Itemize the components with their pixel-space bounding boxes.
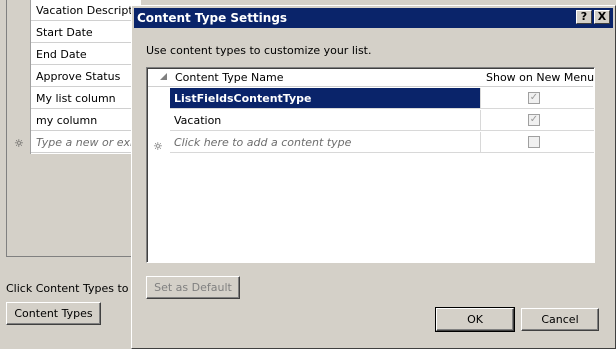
help-button[interactable]: ?	[576, 10, 592, 24]
column-row[interactable]: Vacation Description	[31, 0, 141, 21]
ok-button[interactable]: OK	[435, 307, 515, 332]
dialog-title: Content Type Settings	[137, 11, 288, 25]
new-column-input[interactable]: Type a new or existing column name	[31, 132, 141, 153]
cancel-button[interactable]: Cancel	[521, 308, 599, 331]
new-row-star-icon: ☼	[14, 137, 24, 150]
column-header-name[interactable]: Content Type Name	[175, 71, 283, 84]
show-on-new-menu-cell	[481, 132, 594, 152]
content-type-settings-dialog: Content Type Settings ? X Use content ty…	[131, 5, 616, 349]
show-on-new-menu-checkbox[interactable]: ✓	[528, 114, 540, 126]
show-on-new-menu-checkbox[interactable]	[528, 136, 540, 148]
column-row[interactable]: Start Date	[31, 22, 141, 43]
dialog-titlebar[interactable]: Content Type Settings ? X	[134, 8, 613, 28]
content-type-name[interactable]: ListFieldsContentType	[174, 92, 312, 105]
new-content-type-row[interactable]: Click here to add a content type	[170, 132, 594, 153]
column-row[interactable]: My list column	[31, 88, 141, 109]
column-list: Vacation Description Start Date End Date…	[30, 0, 141, 154]
new-content-type-input[interactable]: Click here to add a content type	[174, 136, 351, 149]
show-on-new-menu-checkbox[interactable]: ✓	[528, 92, 540, 104]
column-row[interactable]: End Date	[31, 44, 141, 65]
set-as-default-button[interactable]: Set as Default	[146, 276, 240, 299]
show-on-new-menu-cell: ✓	[481, 110, 594, 130]
column-header-show-on-new-menu[interactable]: Show on New Menu	[486, 71, 594, 84]
content-type-name[interactable]: Vacation	[174, 114, 221, 127]
content-types-button[interactable]: Content Types	[6, 302, 101, 325]
new-row-star-icon: ☼	[153, 140, 163, 153]
close-button[interactable]: X	[594, 10, 610, 24]
column-row[interactable]: my column	[31, 110, 141, 131]
content-type-row[interactable]: Vacation ✓	[170, 110, 594, 131]
column-row[interactable]: Approve Status	[31, 66, 141, 87]
select-all-corner-icon[interactable]	[160, 73, 167, 80]
content-type-grid: Content Type Name Show on New Menu ListF…	[146, 67, 595, 263]
content-type-row[interactable]: ListFieldsContentType ✓	[170, 88, 594, 109]
instruction-text: Use content types to customize your list…	[146, 44, 372, 57]
show-on-new-menu-cell: ✓	[481, 88, 594, 108]
grid-header: Content Type Name Show on New Menu	[148, 69, 594, 87]
